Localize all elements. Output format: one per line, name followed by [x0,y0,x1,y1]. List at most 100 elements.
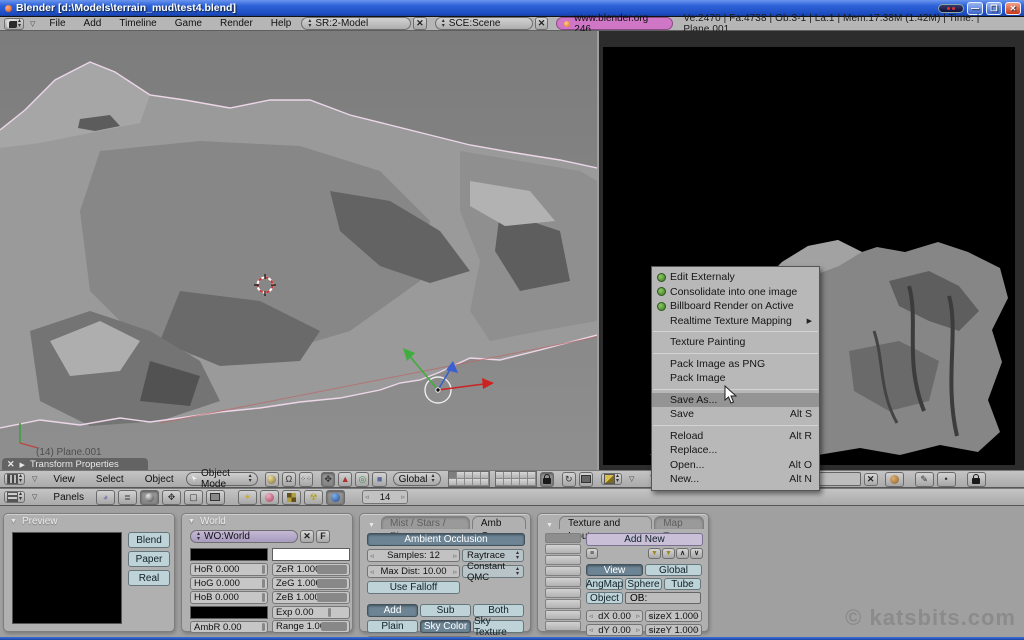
texture-channel-slot[interactable] [545,566,581,576]
tab-mist-stars-phys[interactable]: Mist / Stars / Phys [380,516,470,542]
panel-collapse-icon[interactable]: ▼ [10,518,17,525]
menu-item-pack-image[interactable]: Pack Image [652,371,819,386]
add-new-button[interactable]: Add New [586,533,703,546]
samples-field[interactable]: Samples: 12 [367,549,460,562]
texture-channel-slot[interactable] [545,544,581,554]
fake-user-button[interactable]: F [316,530,330,543]
coords-tube-button[interactable]: Tube [664,578,701,590]
render-preview-button[interactable] [578,471,593,487]
zer-slider[interactable]: ZeR 1.000 [272,563,350,576]
texture-channel-slot[interactable] [545,610,581,620]
max-dist-field[interactable]: Max Dist: 10.00 [367,565,460,578]
use-falloff-toggle[interactable]: Use Falloff [367,581,460,594]
manipulator-toggle[interactable]: ✥ [321,471,336,487]
auto-name-button[interactable]: ≡ [586,548,598,559]
panel-collapse-icon[interactable]: ▼ [188,518,195,525]
realtime-update-button[interactable] [884,471,904,487]
coords-view-button[interactable]: View [586,564,643,576]
screen-delete-button[interactable]: ✕ [413,17,427,30]
scene-delete-button[interactable]: ✕ [534,17,549,30]
blender-org-button[interactable]: www.blender.org 246 [556,13,674,35]
ambient-color-swatch[interactable] [190,606,268,619]
material-subcontext-button[interactable] [259,489,279,505]
menu-item-pack-image-as-png[interactable]: Pack Image as PNG [652,357,819,372]
zenith-color-swatch[interactable] [272,548,350,561]
panel-collapse-icon[interactable]: ▼ [542,522,557,529]
dy-field[interactable]: dY 0.00 [586,624,643,636]
move-up-icon[interactable]: ∧ [676,548,689,559]
menu-game[interactable]: Game [167,18,210,29]
zeb-slider[interactable]: ZeB 1.000 [272,591,350,604]
draw-channel-button[interactable]: • [936,471,956,487]
scene-context-button[interactable] [205,489,225,505]
menu-file[interactable]: File [41,18,73,29]
radiosity-subcontext-button[interactable]: ☢ [303,489,323,505]
3d-viewport[interactable]: (14) Plane.001 ✕ ▶ Transform Properties [0,31,597,471]
exp-slider[interactable]: Exp 0.00 [272,606,350,619]
draw-type-selector[interactable] [264,471,279,487]
texture-channel-slot[interactable] [545,621,581,631]
close-panel-icon[interactable]: ✕ [7,459,15,470]
menu-item-reload[interactable]: Reload Alt R [652,429,819,444]
preview-real-button[interactable]: Real [128,570,170,586]
menu-item-realtime-texture-mapping[interactable]: Realtime Texture Mapping ▶ [652,314,819,329]
menu-item-save[interactable]: Save Alt S [652,407,819,422]
menu-item-new[interactable]: New... Alt N [652,472,819,487]
panels-menu[interactable]: Panels [44,492,93,503]
script-context-button[interactable]: ≣ [117,489,137,505]
object-name-field[interactable]: OB: [625,592,701,604]
copy-channel-icon[interactable]: ▼ [662,548,675,559]
manipulator-scale[interactable]: ■ [372,471,387,487]
coords-object-button[interactable]: Object [586,592,623,604]
menu-item-consolidate[interactable]: Consolidate into one image [652,285,819,300]
menu-add[interactable]: Add [76,18,110,29]
hor-slider[interactable]: HoR 0.000 [190,563,268,576]
preview-blend-button[interactable]: Blend [128,532,170,548]
logic-context-button[interactable]: ◕ [95,489,115,505]
ambient-occlusion-toggle[interactable]: Ambient Occlusion [367,533,525,546]
texture-channel-slot[interactable] [545,588,581,598]
frame-number-field[interactable]: 14 [361,490,408,504]
shading-context-button[interactable] [139,489,159,505]
sizex-field[interactable]: sizeX 1.000 [645,610,702,622]
header-menus-collapse-icon[interactable]: ▽ [28,475,41,483]
panel-collapse-icon[interactable]: ▼ [364,522,379,529]
menu-render[interactable]: Render [212,18,261,29]
menu-item-open[interactable]: Open... Alt O [652,458,819,473]
preview-paper-button[interactable]: Paper [128,551,170,567]
texture-channel-slot[interactable] [545,533,581,543]
texture-channel-slot[interactable] [545,577,581,587]
world-unlink-button[interactable]: ✕ [300,530,314,543]
world-subcontext-button[interactable] [325,489,345,505]
layer-buttons[interactable] [447,471,537,487]
image-unlink-button[interactable]: ✕ [863,472,878,486]
proportional-edit-button[interactable]: ↻ [561,471,576,487]
header-collapse-icon[interactable]: ▽ [26,20,39,28]
ambr-slider[interactable]: AmbR 0.00 [190,621,268,633]
dx-field[interactable]: dX 0.00 [586,610,643,622]
scene-selector[interactable]: ▴ ▾ SCE:Scene [434,17,533,30]
header-menus-collapse-icon[interactable]: ▽ [28,493,41,501]
sampling-selector[interactable]: Constant QMC ▴ ▾ [462,561,524,583]
texture-channel-slot[interactable] [545,555,581,565]
editing-context-button[interactable]: ▢ [183,489,203,505]
pivot-selector[interactable]: Ω [281,471,296,487]
tab-texture-and-input[interactable]: Texture and Input [558,516,653,542]
window-type-button[interactable]: ▴ ▾ [4,17,25,30]
menu-view[interactable]: View [44,474,84,485]
menu-help[interactable]: Help [263,18,300,29]
sky-color-button[interactable]: Sky Color [420,620,471,633]
menu-object[interactable]: Object [136,474,183,485]
range-slider[interactable]: Range 1.00 [272,620,350,633]
menu-timeline[interactable]: Timeline [111,18,164,29]
texture-channel-slot[interactable] [545,599,581,609]
orientation-selector[interactable]: Global ▴ ▾ [392,472,441,486]
lock-layers-toggle[interactable] [539,471,554,487]
sub-mode-button[interactable]: Sub [420,604,471,617]
object-context-button[interactable]: ✥ [161,489,181,505]
manipulator-translate[interactable]: ▲ [338,471,353,487]
menu-item-texture-painting[interactable]: Texture Painting [652,335,819,350]
mode-selector[interactable]: Object Mode ▴ ▾ [185,468,258,490]
sizey-field[interactable]: sizeY 1.000 [645,624,702,636]
editor-type-button[interactable]: ▴ ▾ [4,491,26,503]
